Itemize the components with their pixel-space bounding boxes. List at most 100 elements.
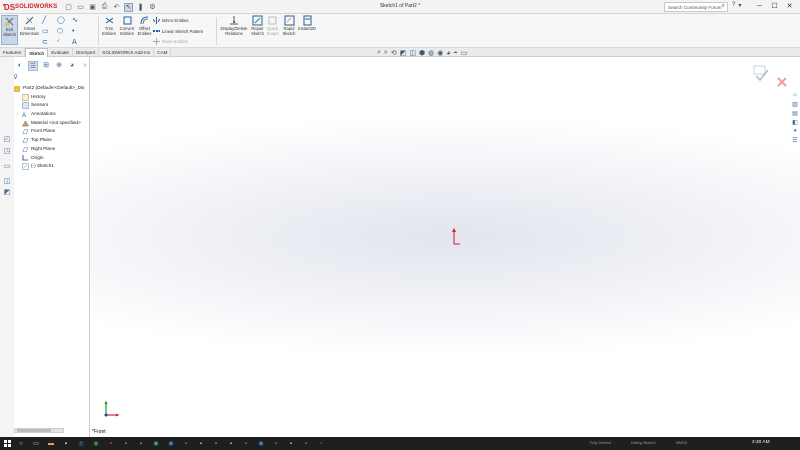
close-icon[interactable]: ✕: [782, 1, 797, 12]
app-icon[interactable]: ▪: [62, 440, 70, 448]
arc-icon[interactable]: ◜: [57, 38, 71, 48]
expand-icon[interactable]: ›: [17, 110, 21, 119]
mirror-entities-button[interactable]: Mirror Entities: [153, 17, 189, 24]
tree-item-material[interactable]: Material <not specified>: [14, 119, 90, 128]
app-icon[interactable]: ▪: [272, 440, 280, 448]
exit-sketch-button[interactable]: Exit Sketch: [1, 15, 18, 45]
tree-item-sensors[interactable]: Sensors: [14, 101, 90, 110]
sketch-tool-3-icon[interactable]: ▭: [2, 162, 12, 171]
scrollbar-thumb[interactable]: [17, 429, 51, 432]
display-style-icon[interactable]: ◍: [428, 49, 434, 57]
exit-sketch-corner-icon[interactable]: [753, 65, 769, 82]
spline-icon[interactable]: ∿: [72, 16, 86, 26]
line-icon[interactable]: ╱: [42, 16, 56, 26]
smart-dimension-button[interactable]: Smart Dimension: [19, 15, 40, 45]
instant2d-button[interactable]: Instant2D: [297, 15, 317, 45]
tree-item-top-plane[interactable]: Top Plane: [14, 136, 90, 145]
edge-icon[interactable]: ◎: [77, 440, 85, 448]
app-icon[interactable]: ▪: [302, 440, 310, 448]
tree-item-front-plane[interactable]: Front Plane: [14, 127, 90, 136]
repair-sketch-button[interactable]: Repair Sketch: [249, 15, 266, 45]
app-icon[interactable]: ▪: [287, 440, 295, 448]
search-icon[interactable]: ⌕: [722, 3, 725, 10]
app-icon[interactable]: ▪: [107, 440, 115, 448]
app-icon[interactable]: ▪: [122, 440, 130, 448]
display-manager-tab-icon[interactable]: ⊕: [54, 61, 64, 71]
move-entities-button[interactable]: Move Entities: [153, 38, 188, 45]
apply-scene-icon[interactable]: ◓: [454, 50, 458, 57]
rapid-sketch-button[interactable]: Rapid Sketch: [281, 15, 297, 45]
tree-item-annotations[interactable]: › A Annotations: [14, 110, 90, 119]
convert-entities-button[interactable]: Convert Entities: [118, 15, 136, 45]
zoom-to-area-icon[interactable]: ⌕: [384, 49, 388, 57]
cancel-sketch-corner-icon[interactable]: [777, 77, 787, 87]
slot-icon[interactable]: ⊂: [42, 38, 56, 48]
system-clock[interactable]: 2:40 AM: [752, 440, 770, 445]
tree-root[interactable]: Part2 (Default<<Default>_Dis: [14, 84, 90, 93]
panel-horizontal-scrollbar[interactable]: [14, 428, 64, 433]
offset-entities-button[interactable]: Offset Entities: [136, 15, 153, 45]
tree-item-right-plane[interactable]: Right Plane: [14, 145, 90, 154]
app-icon[interactable]: ◉: [257, 440, 265, 448]
minimize-icon[interactable]: ─: [752, 1, 767, 12]
help-icon[interactable]: ?: [732, 2, 735, 9]
section-view-icon[interactable]: ◩: [400, 49, 407, 57]
point-icon[interactable]: •: [72, 27, 86, 37]
property-manager-tab-icon[interactable]: ◐: [15, 61, 25, 71]
rectangle-icon[interactable]: ▭: [42, 27, 56, 37]
view-palette-icon[interactable]: ◧: [790, 119, 800, 127]
tree-item-history[interactable]: History: [14, 93, 90, 102]
chrome-icon[interactable]: ◉: [92, 440, 100, 448]
edit-appearance-icon[interactable]: ◕: [446, 50, 450, 57]
view-orientation-icon[interactable]: ⬢: [419, 49, 425, 57]
graphics-area[interactable]: [90, 57, 800, 427]
panel-more-icon[interactable]: ›: [80, 61, 90, 71]
appearances-icon[interactable]: ◕: [790, 128, 800, 136]
previous-view-icon[interactable]: ⟲: [391, 49, 397, 57]
app-icon[interactable]: ▪: [242, 440, 250, 448]
app-icon[interactable]: ▪: [197, 440, 205, 448]
app-icon[interactable]: ▪: [227, 440, 235, 448]
tab-dimxpert[interactable]: DimXpert: [73, 48, 100, 57]
task-view-icon[interactable]: ▭: [32, 440, 40, 448]
dynamic-annotation-icon[interactable]: ◫: [409, 49, 416, 57]
app-icon[interactable]: ▪: [182, 440, 190, 448]
tab-features[interactable]: Features: [0, 48, 26, 57]
solidworks-taskbar-icon[interactable]: ▪: [317, 440, 325, 448]
quick-snaps-button[interactable]: Quick Snaps: [265, 15, 280, 45]
sketch-tool-4-icon[interactable]: ◫: [2, 177, 12, 186]
configuration-manager-tab-icon[interactable]: ☰: [28, 61, 38, 71]
app-icon[interactable]: ◉: [152, 440, 160, 448]
file-explorer-icon[interactable]: ▤: [790, 110, 800, 118]
sketch-tool-2-icon[interactable]: ◳: [2, 147, 12, 156]
trim-entities-button[interactable]: Trim Entities: [101, 15, 117, 45]
search-icon[interactable]: ○: [17, 440, 25, 448]
search-community-forum-input[interactable]: Search Community Forum ⌕: [664, 2, 728, 12]
custom-properties-icon[interactable]: ☰: [790, 137, 800, 145]
app-icon[interactable]: ▪: [212, 440, 220, 448]
display-delete-relations-button[interactable]: Display/Delete Relations: [219, 15, 249, 45]
circle-icon[interactable]: ◯: [57, 16, 71, 26]
tree-item-sketch1[interactable]: (-) Sketch1: [14, 162, 90, 171]
maximize-icon[interactable]: ☐: [767, 1, 782, 12]
polygon-icon[interactable]: ⬡: [57, 27, 71, 37]
file-explorer-icon[interactable]: ▬: [47, 440, 55, 448]
tab-cam[interactable]: CAM: [154, 48, 172, 57]
app-icon[interactable]: ▪: [137, 440, 145, 448]
tab-sketch[interactable]: Sketch: [25, 48, 49, 57]
help-dropdown-icon[interactable]: ▾: [738, 2, 741, 9]
linear-sketch-pattern-button[interactable]: Linear Sketch Pattern: [153, 28, 203, 35]
status-units[interactable]: MMGS: [676, 441, 687, 445]
start-button[interactable]: [0, 437, 14, 450]
appearance-tab-icon[interactable]: ◕: [67, 61, 77, 71]
solidworks-resources-icon[interactable]: ⌂: [790, 92, 800, 100]
sketch-tool-1-icon[interactable]: ◰: [2, 135, 12, 144]
view-settings-icon[interactable]: ▭: [461, 49, 468, 57]
zoom-to-fit-icon[interactable]: ⌕: [377, 49, 381, 57]
text-icon[interactable]: A: [72, 38, 86, 48]
hide-show-items-icon[interactable]: ◉: [437, 49, 443, 57]
design-library-icon[interactable]: ▥: [790, 101, 800, 109]
tree-item-origin[interactable]: Origin: [14, 154, 90, 163]
app-icon[interactable]: ◉: [167, 440, 175, 448]
tab-evaluate[interactable]: Evaluate: [48, 48, 74, 57]
